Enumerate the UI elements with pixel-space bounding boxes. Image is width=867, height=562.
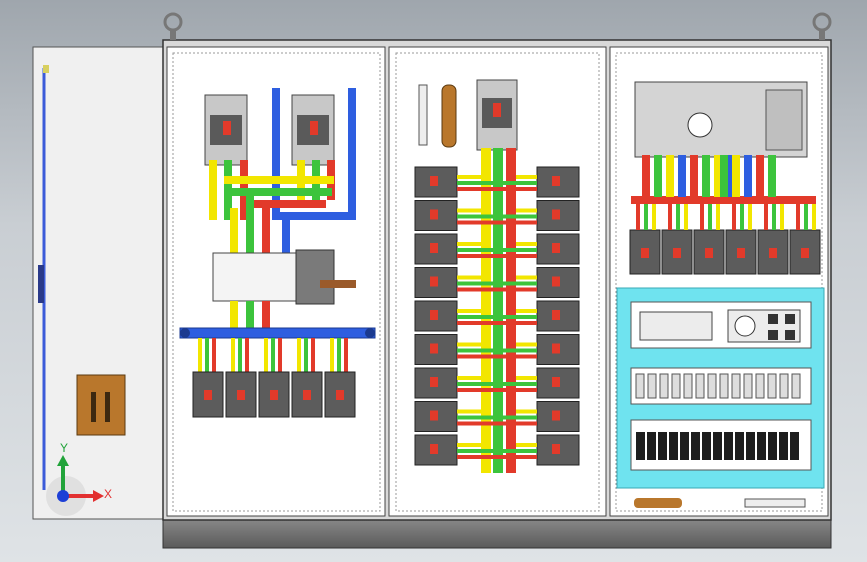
busbar-yellow (209, 160, 217, 220)
main-breaker-1[interactable] (204, 94, 248, 166)
terminal-strip (418, 84, 428, 146)
triad-x-label: X (104, 487, 112, 501)
busbar-horizontal (631, 196, 816, 204)
lifting-eye-right (812, 12, 832, 40)
incoming-breaker[interactable] (476, 79, 518, 151)
busbar-distribution (179, 327, 376, 339)
section-left[interactable] (166, 46, 386, 517)
power-meter-module[interactable] (634, 81, 808, 158)
main-breaker-2[interactable] (291, 94, 335, 166)
triad-y-label: Y (60, 441, 68, 455)
neutral-bar (441, 84, 457, 148)
busbar-blue-2 (348, 88, 356, 218)
open-door[interactable] (32, 46, 165, 520)
door-handle[interactable] (76, 374, 126, 436)
cad-viewport[interactable]: Y X (0, 0, 867, 562)
cabinet-plinth (162, 517, 832, 549)
bottom-terminal-bar (634, 498, 682, 508)
section-right[interactable] (609, 46, 829, 517)
control-compartment[interactable] (616, 287, 825, 489)
busbar-blue-1 (272, 88, 280, 218)
lifting-eye-left (163, 12, 183, 40)
electrical-cabinet-model[interactable]: Y X (0, 0, 867, 562)
section-middle[interactable] (388, 46, 607, 517)
